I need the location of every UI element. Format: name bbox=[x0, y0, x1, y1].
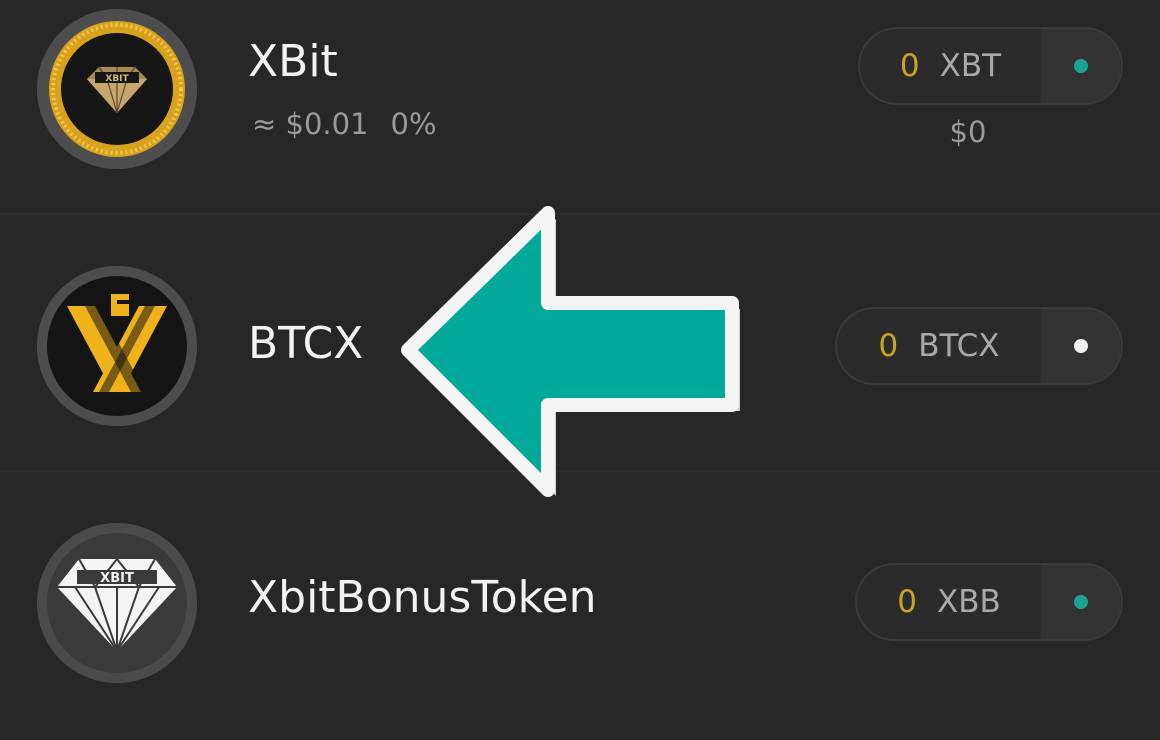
left-arrow-icon bbox=[401, 206, 740, 497]
balance-amount: 0 XBB bbox=[857, 565, 1041, 639]
balance-amount: 0 XBT bbox=[860, 29, 1041, 103]
balance-value: 0 bbox=[897, 584, 917, 620]
xbit-bonus-logo-icon: XBIT bbox=[37, 523, 197, 683]
balance-symbol: BTCX bbox=[918, 328, 1000, 364]
status-dot-icon bbox=[1074, 59, 1088, 73]
balance-pill[interactable]: 0 XBT bbox=[858, 27, 1123, 105]
token-change: 0% bbox=[390, 107, 437, 141]
balance-amount: 0 BTCX bbox=[837, 309, 1041, 383]
token-price-line: ≈ $0.01 0% bbox=[252, 106, 437, 142]
balance-pill[interactable]: 0 XBB bbox=[855, 563, 1123, 641]
token-row-xbitbonustoken[interactable]: XBIT XbitBonusToken 0 XBB bbox=[0, 472, 1160, 740]
btcx-logo-icon bbox=[37, 266, 197, 426]
status-toggle[interactable] bbox=[1041, 309, 1121, 383]
token-name: XBit bbox=[248, 36, 338, 87]
token-name: BTCX bbox=[248, 318, 364, 369]
token-list-screen: XBIT XBit ≈ $0.01 0% 0 XBT $0 BTCX 0 BTC… bbox=[0, 0, 1160, 740]
balance-symbol: XBB bbox=[936, 584, 1001, 620]
xbit-logo-icon: XBIT bbox=[37, 9, 197, 169]
balance-pill[interactable]: 0 BTCX bbox=[835, 307, 1123, 385]
fiat-value: $0 bbox=[949, 115, 987, 149]
balance-symbol: XBT bbox=[939, 48, 1002, 84]
balance-value: 0 bbox=[878, 328, 899, 364]
status-toggle[interactable] bbox=[1041, 565, 1121, 639]
status-dot-icon bbox=[1074, 595, 1088, 609]
token-row-xbit[interactable]: XBIT XBit ≈ $0.01 0% 0 XBT $0 bbox=[0, 0, 1160, 215]
token-price: ≈ $0.01 bbox=[252, 107, 369, 141]
token-name: XbitBonusToken bbox=[248, 572, 597, 623]
status-dot-icon bbox=[1074, 339, 1088, 353]
svg-text:XBIT: XBIT bbox=[105, 74, 129, 84]
svg-text:XBIT: XBIT bbox=[100, 571, 134, 586]
balance-value: 0 bbox=[899, 48, 920, 84]
status-toggle[interactable] bbox=[1041, 29, 1121, 103]
